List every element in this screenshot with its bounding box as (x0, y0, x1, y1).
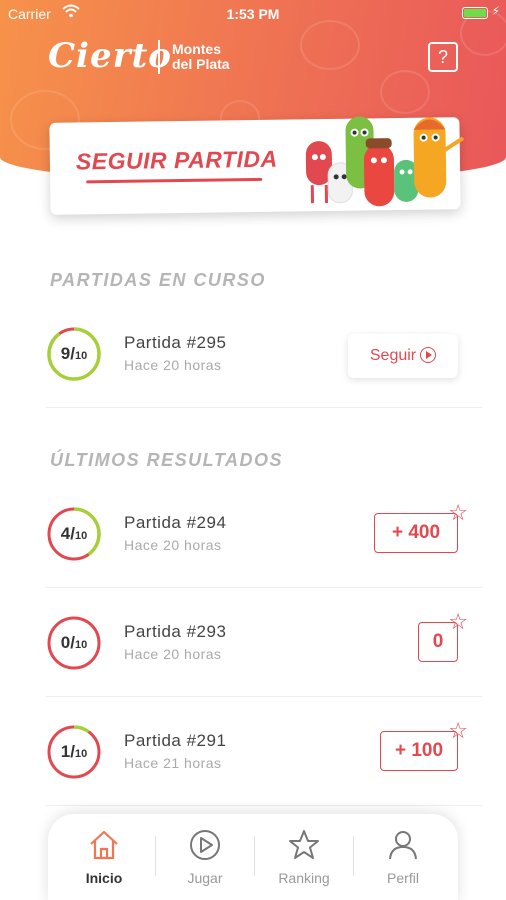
score-value: 0/10 (60, 633, 88, 652)
star-icon: ☆ (448, 718, 468, 743)
tab-inicio[interactable]: Inicio (54, 814, 154, 900)
continue-button[interactable]: Seguir (348, 334, 458, 378)
score-value: 1/10 (60, 742, 88, 761)
star-icon: ☆ (448, 609, 468, 634)
battery-icon (462, 7, 488, 19)
banner-title: SEGUIR PARTIDA (75, 145, 278, 175)
game-time: Hace 20 horas (124, 357, 222, 373)
play-icon (190, 830, 220, 860)
game-title: Partida #291 (124, 731, 227, 750)
tab-bar: Inicio Jugar Ranking Perfil (48, 814, 458, 900)
banner-underline (86, 177, 263, 184)
tab-label: Perfil (387, 870, 419, 886)
continue-game-banner[interactable]: SEGUIR PARTIDA (49, 116, 464, 215)
tab-label: Ranking (278, 870, 330, 886)
in-progress-section-title: PARTIDAS EN CURSO (50, 270, 266, 290)
help-button[interactable]: ? (428, 42, 458, 72)
app-logo: Cierto (48, 36, 172, 76)
tab-perfil[interactable]: Perfil (353, 814, 453, 900)
results-section-title: ÚLTIMOS RESULTADOS (50, 450, 283, 470)
user-icon (389, 831, 417, 860)
game-time: Hace 21 horas (124, 755, 222, 771)
score-value: 9/10 (60, 344, 88, 363)
status-time: 1:53 PM (226, 6, 280, 22)
game-title: Partida #295 (124, 333, 227, 352)
star-icon: ☆ (448, 500, 468, 525)
result-row[interactable]: 0/10 Partida #293 Hace 20 horas 0 ☆ (46, 589, 482, 697)
characters-illustration (305, 116, 464, 207)
points-badge: + 100 (380, 731, 458, 771)
game-time: Hace 20 horas (124, 646, 222, 662)
partner-logo: Montes del Plata (172, 42, 230, 72)
status-bar: Carrier 1:53 PM ⚡ (0, 0, 506, 28)
tab-label: Inicio (85, 870, 123, 886)
tab-ranking[interactable]: Ranking (254, 814, 354, 900)
partner-logo-line2: del Plata (172, 56, 230, 72)
game-time: Hace 20 horas (124, 537, 222, 553)
logo-divider (158, 40, 160, 74)
points-badge: + 400 (374, 513, 458, 553)
game-title: Partida #294 (124, 513, 227, 532)
result-row[interactable]: 1/10 Partida #291 Hace 21 horas + 100 ☆ (46, 698, 482, 806)
score-value: 4/10 (60, 524, 88, 543)
partner-logo-line1: Montes (172, 41, 221, 57)
game-row[interactable]: 9/10 Partida #295 Hace 20 horas Seguir (46, 300, 482, 408)
game-title: Partida #293 (124, 622, 227, 641)
play-icon (420, 347, 437, 363)
tab-label: Jugar (187, 870, 223, 886)
star-icon (289, 830, 319, 859)
home-icon (90, 830, 118, 860)
bubble-decoration (380, 70, 430, 114)
result-row[interactable]: 4/10 Partida #294 Hace 20 horas + 400 ☆ (46, 480, 482, 588)
tab-jugar[interactable]: Jugar (155, 814, 255, 900)
continue-label: Seguir (369, 347, 417, 364)
charging-icon: ⚡ (491, 4, 500, 18)
